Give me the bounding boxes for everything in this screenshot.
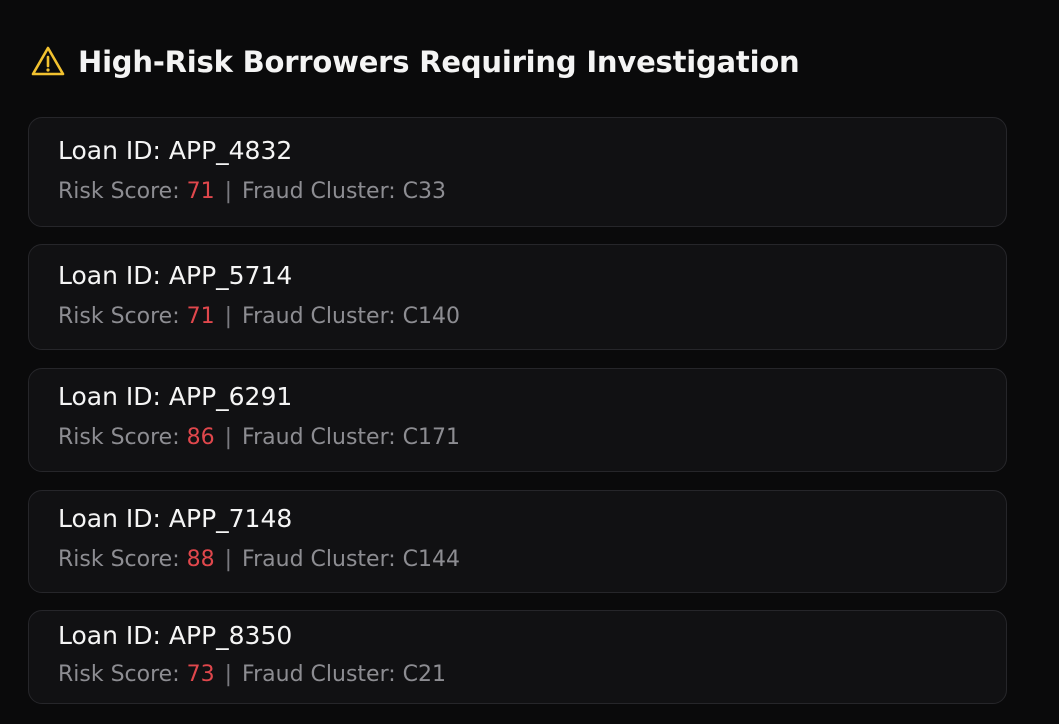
fraud-cluster-value: C21 xyxy=(402,662,446,687)
panel-header: High-Risk Borrowers Requiring Investigat… xyxy=(30,40,800,84)
loan-id-label: Loan ID: xyxy=(58,621,169,650)
separator: | xyxy=(224,547,233,572)
risk-score-value: 71 xyxy=(186,304,215,329)
loan-id-value: APP_7148 xyxy=(168,504,293,533)
fraud-cluster-value: C33 xyxy=(402,179,446,204)
risk-score-label: Risk Score: xyxy=(58,304,187,329)
risk-score-label: Risk Score: xyxy=(58,425,187,450)
fraud-cluster-label: Fraud Cluster: xyxy=(242,662,403,687)
borrower-card[interactable]: Loan ID: APP_4832 Risk Score: 71 | Fraud C… xyxy=(28,117,1007,227)
fraud-cluster-value: C140 xyxy=(402,304,460,329)
fraud-cluster-value: C144 xyxy=(402,547,460,572)
risk-meta-line: Risk Score: 71 | Fraud Cluster: C140 xyxy=(58,304,460,329)
risk-meta-line: Risk Score: 88 | Fraud Cluster: C144 xyxy=(58,547,460,572)
fraud-cluster-label: Fraud Cluster: xyxy=(242,179,403,204)
loan-id-label: Loan ID: xyxy=(58,382,169,411)
fraud-cluster-value: C171 xyxy=(402,425,460,450)
borrower-card[interactable]: Loan ID: APP_5714 Risk Score: 71 | Fraud C… xyxy=(28,244,1007,350)
loan-id-line: Loan ID: APP_4832 xyxy=(58,136,292,165)
loan-id-label: Loan ID: xyxy=(58,504,169,533)
high-risk-borrowers-panel: High-Risk Borrowers Requiring Investigat… xyxy=(0,0,1059,724)
loan-id-value: APP_5714 xyxy=(168,261,293,290)
loan-id-value: APP_6291 xyxy=(168,382,293,411)
borrower-card[interactable]: Loan ID: APP_7148 Risk Score: 88 | Fraud C… xyxy=(28,490,1007,593)
borrower-card[interactable]: Loan ID: APP_6291 Risk Score: 86 | Fraud C… xyxy=(28,368,1007,472)
separator: | xyxy=(224,662,233,687)
warning-triangle-icon xyxy=(30,44,66,80)
risk-score-label: Risk Score: xyxy=(58,547,187,572)
risk-score-value: 86 xyxy=(186,425,215,450)
loan-id-label: Loan ID: xyxy=(58,261,169,290)
risk-meta-line: Risk Score: 71 | Fraud Cluster: C33 xyxy=(58,179,446,204)
loan-id-line: Loan ID: APP_6291 xyxy=(58,382,292,411)
separator: | xyxy=(224,179,233,204)
loan-id-line: Loan ID: APP_8350 xyxy=(58,621,292,650)
risk-score-label: Risk Score: xyxy=(58,662,187,687)
risk-score-label: Risk Score: xyxy=(58,179,187,204)
fraud-cluster-label: Fraud Cluster: xyxy=(242,547,403,572)
loan-id-label: Loan ID: xyxy=(58,136,169,165)
risk-score-value: 73 xyxy=(186,662,215,687)
risk-meta-line: Risk Score: 86 | Fraud Cluster: C171 xyxy=(58,425,460,450)
page-title: High-Risk Borrowers Requiring Investigat… xyxy=(78,45,800,79)
fraud-cluster-label: Fraud Cluster: xyxy=(242,304,403,329)
loan-id-line: Loan ID: APP_7148 xyxy=(58,504,292,533)
fraud-cluster-label: Fraud Cluster: xyxy=(242,425,403,450)
risk-score-value: 71 xyxy=(186,179,215,204)
risk-score-value: 88 xyxy=(186,547,215,572)
loan-id-value: APP_4832 xyxy=(168,136,293,165)
separator: | xyxy=(224,304,233,329)
loan-id-line: Loan ID: APP_5714 xyxy=(58,261,292,290)
risk-meta-line: Risk Score: 73 | Fraud Cluster: C21 xyxy=(58,662,446,687)
loan-id-value: APP_8350 xyxy=(168,621,293,650)
borrower-card[interactable]: Loan ID: APP_8350 Risk Score: 73 | Fraud C… xyxy=(28,610,1007,704)
separator: | xyxy=(224,425,233,450)
